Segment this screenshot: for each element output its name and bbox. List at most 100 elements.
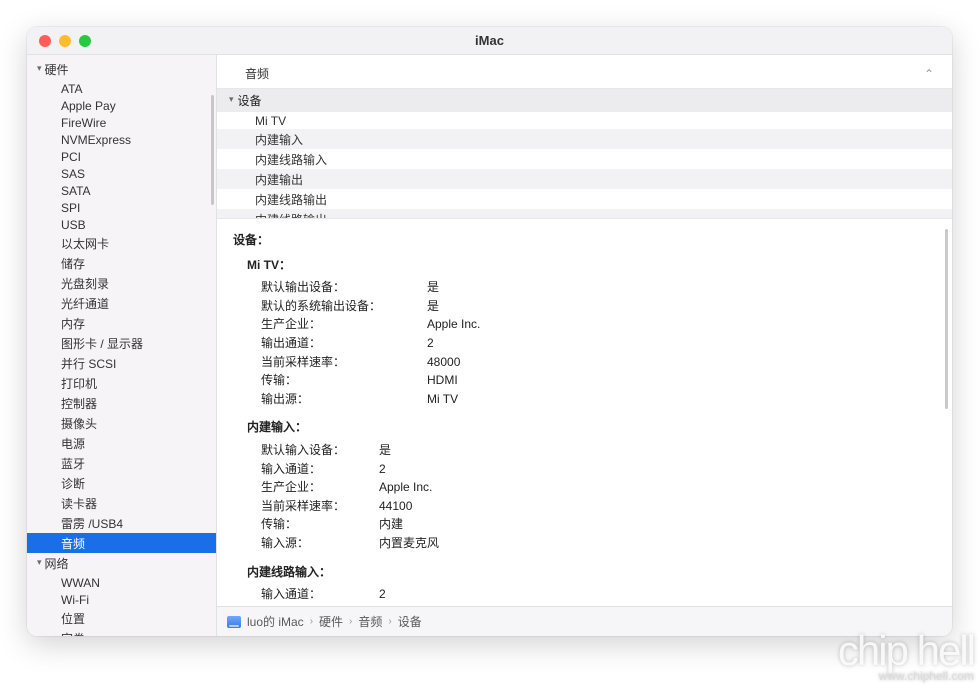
sidebar-item[interactable]: 读卡器: [27, 493, 216, 513]
sidebar-item[interactable]: 图形卡 / 显示器: [27, 333, 216, 353]
watermark: chip hell www.chiphell.com: [838, 633, 974, 683]
details-header: 设备：: [233, 231, 936, 250]
details-key: 生产企业：: [247, 604, 379, 606]
details-kv-row: 输入源：内置麦克风: [247, 534, 936, 553]
sidebar-item[interactable]: FireWire: [27, 114, 216, 131]
sidebar-group-label: 网络: [45, 555, 69, 572]
details-key: 生产企业：: [247, 315, 427, 334]
details-value: Apple Inc.: [379, 604, 432, 606]
sidebar-item[interactable]: 以太网卡: [27, 233, 216, 253]
breadcrumb-separator-icon: ›: [310, 616, 313, 627]
section-title: 音频: [245, 65, 269, 82]
sidebar-item[interactable]: SPI: [27, 199, 216, 216]
minimize-button[interactable]: [59, 35, 71, 47]
details-key: 传输：: [247, 371, 427, 390]
device-list-row[interactable]: 内建线路输出: [217, 209, 952, 219]
sidebar-item[interactable]: PCI: [27, 148, 216, 165]
watermark-url: www.chiphell.com: [838, 669, 974, 683]
sidebar-item[interactable]: 位置: [27, 608, 216, 628]
sidebar-item[interactable]: ATA: [27, 80, 216, 97]
details-kv-row: 输入通道：2: [247, 585, 936, 604]
details-group-title: 内建输入：: [247, 418, 936, 437]
details-kv-row: 传输：HDMI: [247, 371, 936, 390]
sidebar-item[interactable]: 光盘刻录: [27, 273, 216, 293]
sidebar-item[interactable]: USB: [27, 216, 216, 233]
details-value: 内置麦克风: [379, 534, 439, 553]
sidebar-item[interactable]: 音频: [27, 533, 216, 553]
details-key: 默认输入设备：: [247, 441, 379, 460]
breadcrumb-item[interactable]: 设备: [398, 613, 422, 630]
sidebar-item[interactable]: 并行 SCSI: [27, 353, 216, 373]
sidebar-item[interactable]: 光纤通道: [27, 293, 216, 313]
details-kv-row: 生产企业：Apple Inc.: [247, 478, 936, 497]
sidebar-item[interactable]: 打印机: [27, 373, 216, 393]
details-value: Mi TV: [427, 390, 458, 409]
device-list-row[interactable]: 内建线路输出: [217, 189, 952, 209]
sidebar-item[interactable]: NVMExpress: [27, 131, 216, 148]
details-kv-row: 当前采样速率：44100: [247, 497, 936, 516]
details-value: 内建: [379, 515, 403, 534]
details-key: 输入源：: [247, 534, 379, 553]
device-list-row[interactable]: 内建线路输入: [217, 149, 952, 169]
sidebar-item[interactable]: 电源: [27, 433, 216, 453]
device-list-header[interactable]: ▾设备: [217, 89, 952, 112]
sidebar-item[interactable]: 宗卷: [27, 628, 216, 636]
details-key: 默认输出设备：: [247, 278, 427, 297]
details-pane[interactable]: 设备：Mi TV：默认输出设备：是默认的系统输出设备：是生产企业：Apple I…: [217, 219, 952, 606]
details-key: 当前采样速率：: [247, 353, 427, 372]
section-header: 音频 ⌃: [217, 55, 952, 89]
computer-icon: [227, 616, 241, 628]
sidebar-item[interactable]: 控制器: [27, 393, 216, 413]
close-button[interactable]: [39, 35, 51, 47]
sidebar-group-header[interactable]: ▾硬件: [27, 59, 216, 80]
device-list-row[interactable]: Mi TV: [217, 112, 952, 129]
details-value: Apple Inc.: [379, 478, 432, 497]
breadcrumb-item[interactable]: 音频: [358, 613, 382, 630]
sidebar-item[interactable]: SATA: [27, 182, 216, 199]
sidebar-group-label: 硬件: [45, 61, 69, 78]
disclosure-triangle-icon[interactable]: ▾: [37, 558, 42, 567]
chevron-up-icon[interactable]: ⌃: [924, 67, 934, 81]
breadcrumb-item[interactable]: luo的 iMac: [247, 613, 304, 630]
sidebar-item[interactable]: 雷雳 /USB4: [27, 513, 216, 533]
details-key: 默认的系统输出设备：: [247, 297, 427, 316]
sidebar-item[interactable]: 储存: [27, 253, 216, 273]
device-list-row[interactable]: 内建输入: [217, 129, 952, 149]
details-value: 2: [379, 460, 386, 479]
device-list-row[interactable]: 内建输出: [217, 169, 952, 189]
device-list: ▾设备Mi TV内建输入内建线路输入内建输出内建线路输出内建线路输出内建数码输出: [217, 89, 952, 219]
details-group-title: Mi TV：: [247, 256, 936, 275]
details-key: 输出源：: [247, 390, 427, 409]
disclosure-triangle-icon[interactable]: ▾: [37, 64, 42, 73]
details-kv-row: 生产企业：Apple Inc.: [247, 315, 936, 334]
details-value: Apple Inc.: [427, 315, 480, 334]
details-group: 内建输入：默认输入设备：是输入通道：2生产企业：Apple Inc.当前采样速率…: [247, 418, 936, 552]
main-pane: 音频 ⌃ ▾设备Mi TV内建输入内建线路输入内建输出内建线路输出内建线路输出内…: [217, 55, 952, 636]
details-group: Mi TV：默认输出设备：是默认的系统输出设备：是生产企业：Apple Inc.…: [247, 256, 936, 409]
window-titlebar: iMac: [27, 27, 952, 55]
details-kv-row: 当前采样速率：48000: [247, 353, 936, 372]
sidebar-item[interactable]: SAS: [27, 165, 216, 182]
details-value: 是: [427, 297, 439, 316]
details-kv-row: 输出通道：2: [247, 334, 936, 353]
sidebar-item[interactable]: 内存: [27, 313, 216, 333]
details-value: 48000: [427, 353, 460, 372]
sidebar-item[interactable]: Apple Pay: [27, 97, 216, 114]
details-kv-row: 输出源：Mi TV: [247, 390, 936, 409]
breadcrumb-separator-icon: ›: [388, 616, 391, 627]
disclosure-triangle-icon[interactable]: ▾: [229, 95, 234, 104]
details-value: 2: [379, 585, 386, 604]
sidebar-item[interactable]: 蓝牙: [27, 453, 216, 473]
sidebar-item[interactable]: Wi-Fi: [27, 591, 216, 608]
breadcrumb: luo的 iMac›硬件›音频›设备: [217, 606, 952, 636]
sidebar-item[interactable]: 摄像头: [27, 413, 216, 433]
sidebar[interactable]: ▾硬件ATAApple PayFireWireNVMExpressPCISASS…: [27, 55, 217, 636]
window-body: ▾硬件ATAApple PayFireWireNVMExpressPCISASS…: [27, 55, 952, 636]
fullscreen-button[interactable]: [79, 35, 91, 47]
details-group-title: 内建线路输入：: [247, 563, 936, 582]
sidebar-group-header[interactable]: ▾网络: [27, 553, 216, 574]
breadcrumb-item[interactable]: 硬件: [319, 613, 343, 630]
sidebar-item[interactable]: WWAN: [27, 574, 216, 591]
details-value: 是: [379, 441, 391, 460]
sidebar-item[interactable]: 诊断: [27, 473, 216, 493]
